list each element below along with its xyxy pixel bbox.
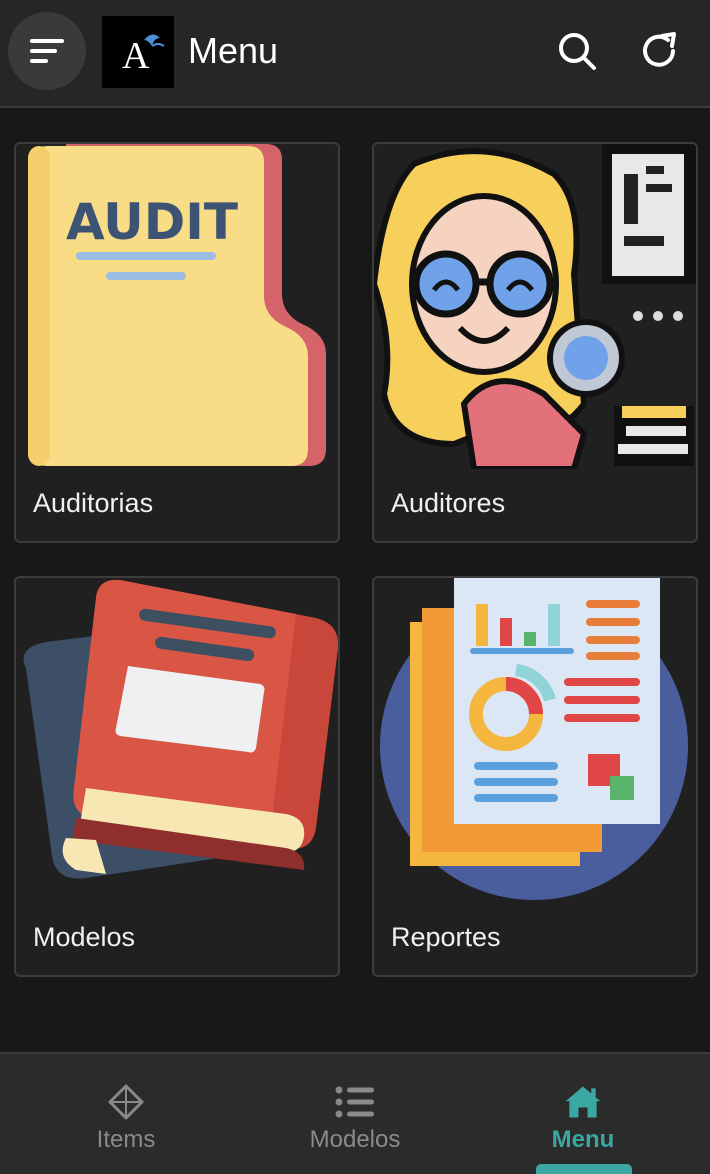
tab-modelos[interactable]: Modelos (237, 1054, 473, 1174)
app-header: A Menu (0, 0, 710, 108)
refresh-button[interactable] (636, 28, 682, 74)
tab-menu[interactable]: Menu (465, 1054, 701, 1174)
card-modelos[interactable]: Modelos (14, 576, 340, 977)
report-charts-illustration (380, 578, 688, 900)
refresh-icon (643, 32, 676, 67)
card-label: Modelos (33, 922, 136, 952)
card-reportes[interactable]: Reportes (372, 576, 698, 977)
home-icon (565, 1086, 601, 1118)
card-auditores[interactable]: Auditores (372, 142, 698, 543)
card-auditorias[interactable]: AUDIT Auditorias (14, 142, 340, 543)
svg-text:AUDIT: AUDIT (66, 193, 238, 251)
diamond-icon (108, 1084, 144, 1120)
books-illustration (23, 579, 338, 879)
list-icon (335, 1086, 374, 1118)
card-label: Auditorias (33, 488, 154, 518)
page-title: Menu (188, 30, 279, 71)
tab-label: Items (96, 1126, 156, 1153)
card-label: Reportes (391, 922, 501, 952)
svg-text:A: A (122, 35, 150, 77)
auditor-with-magnifier-illustration (374, 144, 696, 469)
search-icon (559, 33, 596, 70)
tab-items[interactable]: Items (8, 1054, 244, 1174)
tab-label: Modelos (309, 1126, 401, 1153)
tab-label: Menu (551, 1126, 615, 1153)
hamburger-menu-button[interactable] (8, 12, 86, 90)
search-button[interactable] (554, 28, 600, 74)
bottom-tab-bar: Items Modelos Menu (0, 1052, 710, 1174)
app-logo: A (102, 16, 174, 88)
hamburger-icon (30, 39, 64, 63)
audit-folder-illustration: AUDIT (28, 144, 326, 466)
card-label: Auditores (391, 488, 506, 518)
active-tab-indicator (536, 1164, 632, 1174)
